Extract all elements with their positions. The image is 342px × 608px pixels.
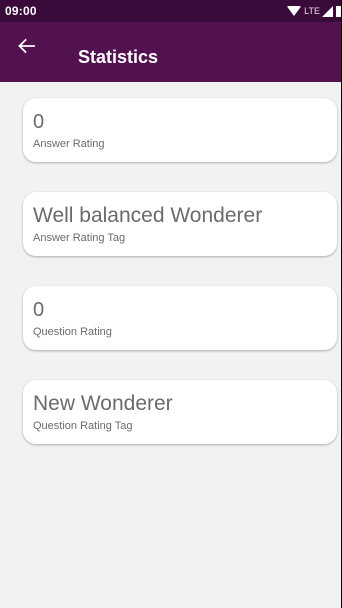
question-rating-value: 0 <box>33 299 45 321</box>
question-rating-tag-label: Question Rating Tag <box>33 420 133 432</box>
battery-icon <box>336 5 341 17</box>
answer-rating-tag-label: Answer Rating Tag <box>33 232 126 244</box>
answer-rating-card: 0 Answer Rating <box>23 98 337 162</box>
lte-signal-icon <box>322 5 333 17</box>
status-bar: 09:00 LTE <box>0 0 341 22</box>
question-rating-label: Question Rating <box>33 326 112 338</box>
answer-rating-tag-value: Well balanced Wonderer <box>33 204 263 227</box>
question-rating-card: 0 Question Rating <box>23 286 337 350</box>
answer-rating-value: 0 <box>33 111 45 133</box>
back-button[interactable] <box>14 34 38 58</box>
question-rating-tag-card: New Wonderer Question Rating Tag <box>23 380 337 444</box>
app-bar: Statistics <box>0 22 341 82</box>
question-rating-tag-value: New Wonderer <box>33 392 173 415</box>
wifi-icon <box>287 6 302 16</box>
arrow-left-icon <box>18 38 35 54</box>
answer-rating-label: Answer Rating <box>33 138 105 150</box>
answer-rating-tag-card: Well balanced Wonderer Answer Rating Tag <box>23 192 337 256</box>
statistics-screen: 09:00 LTE Statistics 0 Answer Rating Wel… <box>0 0 341 608</box>
network-type-label: LTE <box>304 6 320 16</box>
stats-list: 0 Answer Rating Well balanced Wonderer A… <box>0 82 341 608</box>
status-icons: LTE <box>287 5 341 17</box>
status-time: 09:00 <box>5 4 37 18</box>
page-title: Statistics <box>78 47 159 67</box>
